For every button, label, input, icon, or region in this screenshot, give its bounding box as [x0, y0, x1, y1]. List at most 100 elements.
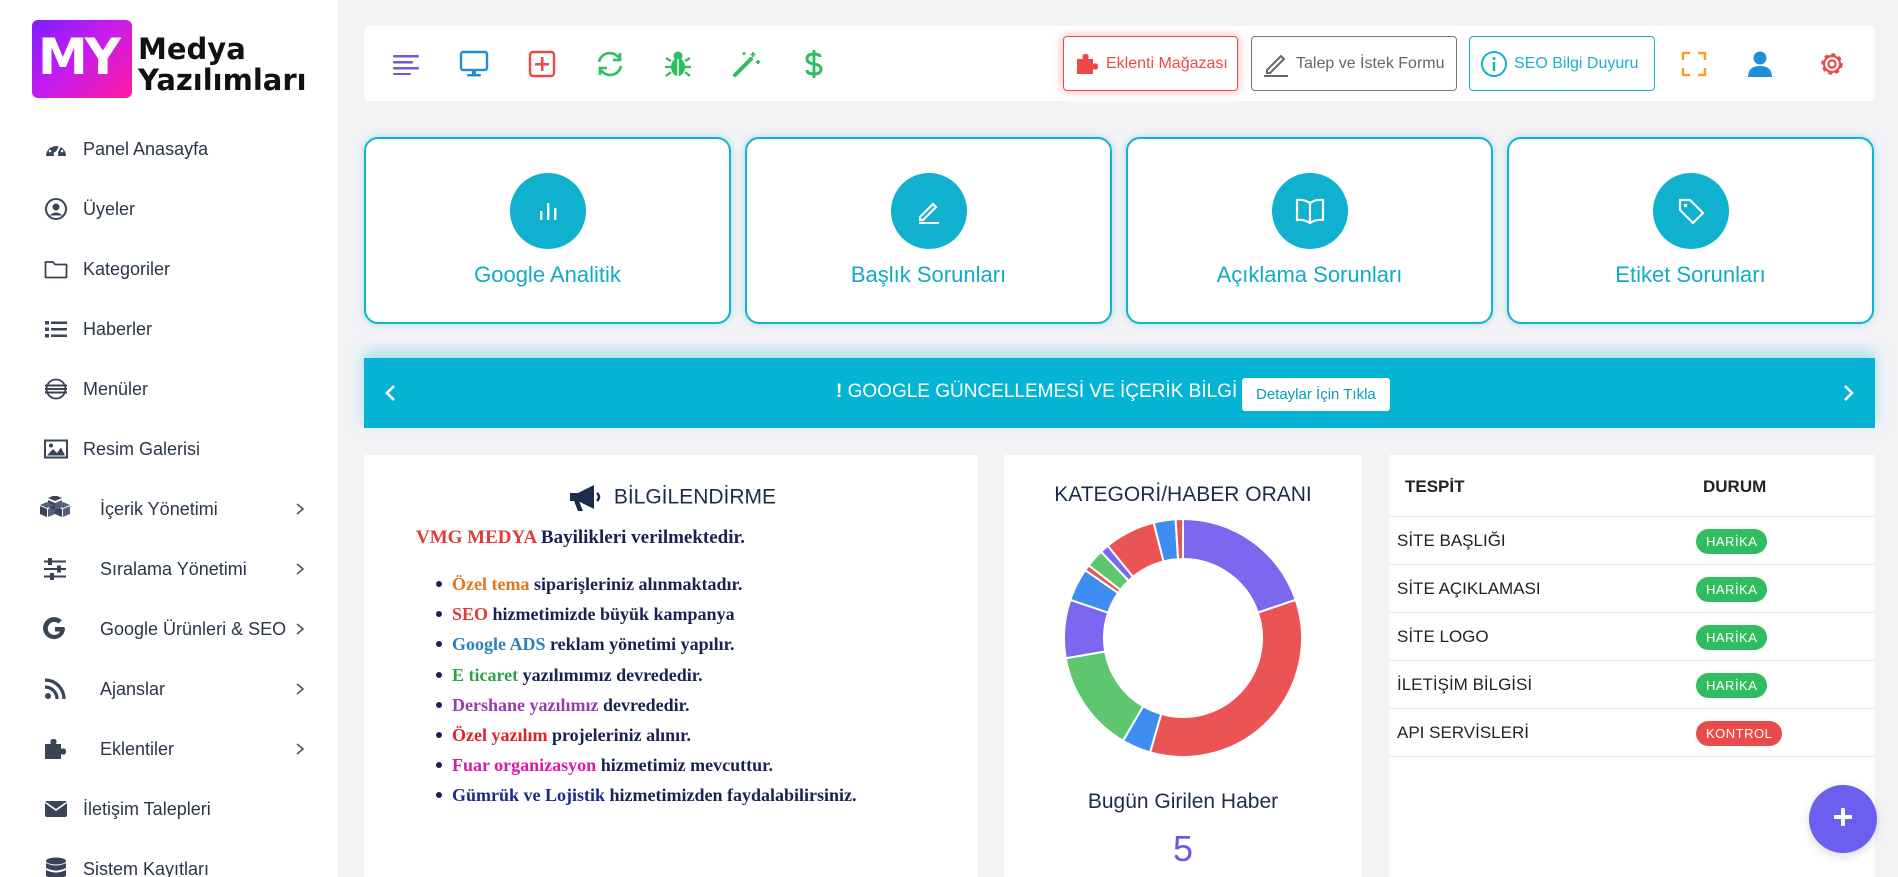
list-item-text: reklam yönetimi yapılır. [545, 634, 735, 655]
image-icon [44, 437, 68, 461]
donut-slice[interactable] [1064, 650, 1145, 743]
magic-wand-icon[interactable] [730, 48, 762, 80]
details-button[interactable]: Detaylar İçin Tıkla [1242, 378, 1390, 411]
plus-square-icon[interactable] [526, 48, 558, 80]
rss-icon [38, 677, 72, 701]
info-title: BİLGİLENDİRME [364, 483, 978, 513]
menu-lines-icon[interactable] [390, 48, 422, 80]
card-aciklama-sorunlari[interactable]: Açıklama Sorunları [1126, 137, 1493, 324]
chevron-right-icon [292, 621, 308, 637]
chevron-right-icon[interactable] [1837, 381, 1861, 405]
card-baslik-sorunlari[interactable]: Başlık Sorunları [745, 137, 1112, 324]
sidebar-item-panel-anasayfa[interactable]: Panel Anasayfa [0, 119, 338, 179]
pencil-icon [1262, 50, 1290, 78]
list-icon [44, 317, 68, 341]
sidebar-item-eklentiler[interactable]: Eklentiler [0, 719, 338, 779]
sidebar-item-label: Eklentiler [100, 738, 175, 759]
sidebar-item-resim-galerisi[interactable]: Resim Galerisi [0, 419, 338, 479]
row-name: SİTE BAŞLIĞI [1397, 531, 1506, 550]
table-row: SİTE AÇIKLAMASI HARİKA [1389, 565, 1875, 613]
plugin-store-label: Eklenti Mağazası [1106, 54, 1228, 72]
list-item-highlight: Google ADS [452, 634, 546, 655]
sidebar-nav: Panel Anasayfa Üyeler Kategoriler Haberl… [0, 119, 338, 877]
todays-news-count: 5 [1172, 828, 1194, 869]
user-circle-icon [44, 197, 68, 221]
donut-slice[interactable] [1148, 598, 1303, 758]
sidebar-item-iletisim-talepleri[interactable]: İletişim Talepleri [0, 779, 338, 839]
sidebar-item-ajanslar[interactable]: Ajanslar [0, 659, 338, 719]
list-item: Gümrük ve Lojistik hizmetimizden faydala… [436, 780, 857, 810]
info-headline-rest: Bayilikleri verilmektedir. [536, 527, 745, 548]
donut-slice[interactable] [1182, 517, 1297, 614]
row-name: SİTE AÇIKLAMASI [1397, 579, 1541, 598]
sliders-icon [38, 557, 72, 581]
dollar-icon[interactable] [798, 48, 830, 80]
sidebar-item-label: Ajanslar [100, 678, 166, 699]
logo-mark: MY [32, 20, 132, 98]
sidebar-item-label: Sıralama Yönetimi [100, 558, 247, 579]
sidebar-item-siralama-yonetimi[interactable]: Sıralama Yönetimi [0, 539, 338, 599]
sidebar-item-sistem-kayitlari[interactable]: Sistem Kayıtları [0, 839, 338, 877]
sidebar-item-haberler[interactable]: Haberler [0, 299, 338, 359]
chevron-right-icon [292, 501, 308, 517]
table-row: SİTE LOGO HARİKA [1389, 613, 1875, 661]
request-form-button[interactable]: Talep ve İstek Formu [1251, 36, 1457, 91]
sidebar-item-menuler[interactable]: Menüler [0, 359, 338, 419]
sidebar-item-label: Üyeler [83, 198, 136, 219]
list-item: SEO hizmetimizde büyük kampanya [436, 599, 857, 629]
donut-chart [1063, 517, 1303, 758]
logo-mark-text: MY [38, 28, 121, 86]
sidebar-item-kategoriler[interactable]: Kategoriler [0, 239, 338, 299]
card-title: Başlık Sorunları [850, 262, 1007, 287]
list-item-highlight: Dershane yazılımız [452, 694, 599, 715]
seo-info-button[interactable]: SEO Bilgi Duyuru [1469, 36, 1655, 91]
seo-info-label: SEO Bilgi Duyuru [1514, 54, 1639, 72]
sidebar-item-icerik-yonetimi[interactable]: İçerik Yönetimi [0, 479, 338, 539]
list-item-text: hizmetimiz mevcuttur. [596, 755, 773, 776]
table-row: SİTE BAŞLIĞI HARİKA [1389, 517, 1875, 565]
sidebar-item-uyeler[interactable]: Üyeler [0, 179, 338, 239]
category-news-chart-panel: KATEGORİ/HABER ORANI Bugün Girilen Haber… [1004, 455, 1362, 877]
chevron-left-icon[interactable] [378, 381, 402, 405]
list-item: E ticaret yazılımımız devrededir. [436, 660, 857, 690]
donut-slice[interactable] [1174, 517, 1184, 561]
top-toolbar: Eklenti Mağazası Talep ve İstek Formu SE… [364, 26, 1875, 101]
user-icon[interactable] [1744, 48, 1776, 80]
list-item-text: yazılımımız devrededir. [518, 664, 703, 685]
sidebar-item-label: Kategoriler [83, 258, 171, 279]
card-etiket-sorunlari[interactable]: Etiket Sorunları [1507, 137, 1874, 324]
list-item-highlight: Fuar organizasyon [452, 755, 597, 776]
column-header-durum: DURUM [1703, 477, 1767, 496]
list-item-highlight: SEO [452, 604, 489, 625]
row-name: İLETİŞİM BİLGİSİ [1397, 675, 1533, 694]
info-list: Özel tema siparişleriniz alınmaktadır. S… [436, 569, 857, 811]
info-headline-brand: VMG MEDYA [416, 527, 537, 548]
sidebar-item-google-urunleri-seo[interactable]: Google Ürünleri & SEO [0, 599, 338, 659]
chevron-right-icon [292, 681, 308, 697]
floating-add-button[interactable] [1809, 785, 1877, 853]
fullscreen-icon[interactable] [1678, 48, 1710, 80]
card-google-analitik[interactable]: Google Analitik [364, 137, 731, 324]
info-headline: VMG MEDYA Bayilikleri verilmektedir. [416, 527, 745, 549]
bar-chart-icon [509, 173, 586, 249]
settings-icon[interactable] [1816, 48, 1848, 80]
card-title: Etiket Sorunları [1615, 262, 1766, 287]
refresh-icon[interactable] [594, 48, 626, 80]
menu-globe-icon [44, 377, 68, 401]
monitor-icon[interactable] [458, 48, 490, 80]
list-item: Dershane yazılımız devrededir. [436, 690, 857, 720]
sidebar-item-label: Haberler [83, 318, 153, 339]
sidebar-item-label: Menüler [83, 378, 149, 399]
chevron-right-icon [292, 561, 308, 577]
list-item-text: hizmetimizde büyük kampanya [488, 604, 735, 625]
pencil-icon [890, 173, 967, 249]
table-row: İLETİŞİM BİLGİSİ HARİKA [1389, 661, 1875, 709]
plugin-store-button[interactable]: Eklenti Mağazası [1063, 36, 1238, 91]
list-item-text: siparişleriniz alınmaktadır. [529, 574, 743, 594]
bug-icon[interactable] [662, 48, 694, 80]
sidebar-item-label: Google Ürünleri & SEO [100, 618, 287, 639]
database-icon [44, 857, 68, 877]
envelope-icon [44, 797, 68, 821]
logo[interactable]: MY Medya Yazılımları [30, 18, 320, 102]
folder-icon [44, 257, 68, 281]
